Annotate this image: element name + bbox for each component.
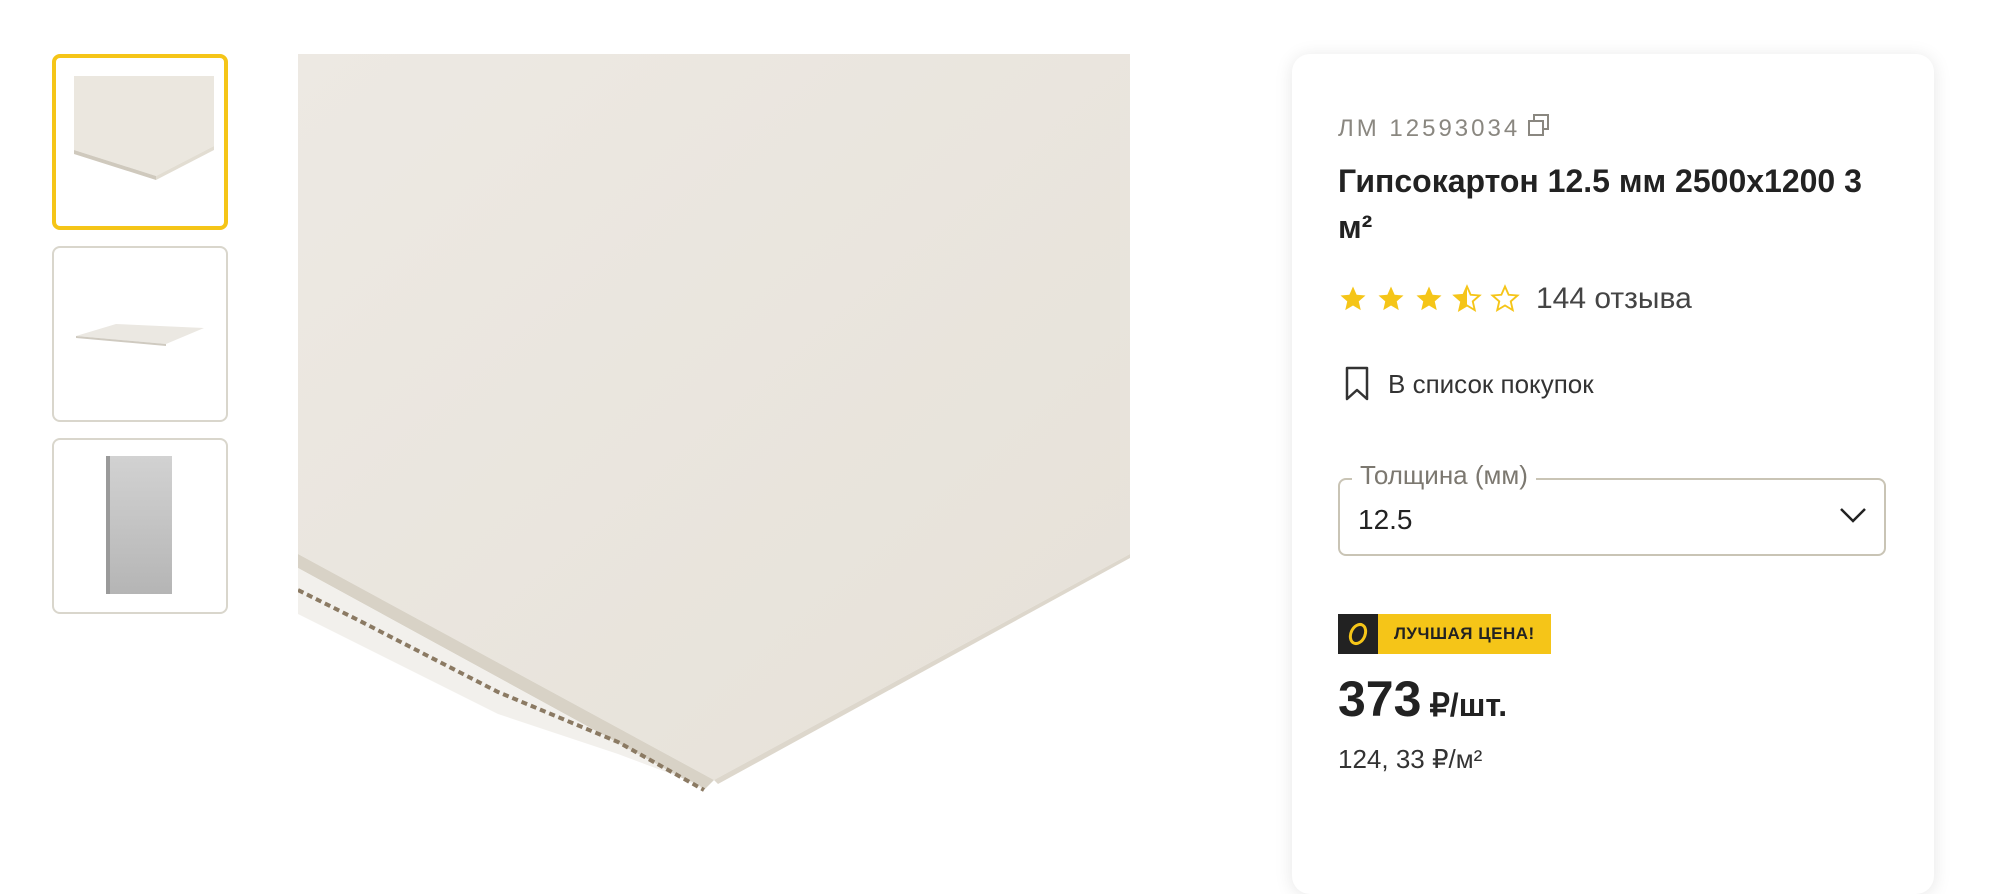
rating-row[interactable]: 144 отзыва (1338, 282, 1692, 316)
star-empty-icon (1490, 284, 1520, 313)
price-amount: 373 (1338, 671, 1422, 727)
chevron-down-icon (1838, 504, 1868, 531)
drywall-sheet-closeup-icon (297, 54, 1130, 792)
price-row: 373 ₽/шт. (1338, 670, 1507, 728)
thumbnail-1[interactable] (52, 54, 228, 230)
sku-text: ЛМ 12593034 (1338, 114, 1521, 142)
thickness-value: 12.5 (1358, 504, 1413, 535)
add-to-shopping-list-button[interactable]: В список покупок (1344, 366, 1594, 402)
reviews-link[interactable]: 144 отзыва (1536, 282, 1692, 316)
thumbnail-3[interactable] (52, 438, 228, 614)
shopping-list-label: В список покупок (1388, 368, 1594, 399)
thumbnail-2[interactable] (52, 246, 228, 422)
best-price-badge: ЛУЧШАЯ ЦЕНА! (1338, 614, 1551, 654)
star-half-icon (1452, 284, 1482, 313)
drywall-side-thumbnail-icon (106, 456, 172, 594)
thickness-label: Толщина (мм) (1352, 460, 1536, 491)
product-card: ЛМ 12593034 Гипсокартон 12.5 мм 2500x120… (1292, 54, 1934, 894)
star-full-icon (1378, 286, 1404, 311)
product-title: Гипсокартон 12.5 мм 2500x1200 3 м² (1338, 163, 1862, 245)
thickness-select[interactable]: Толщина (мм) 12.5 (1338, 460, 1886, 556)
best-price-text: ЛУЧШАЯ ЦЕНА! (1378, 614, 1551, 654)
copy-icon[interactable] (1526, 112, 1552, 145)
star-full-icon (1416, 286, 1442, 311)
best-price-logo-icon (1338, 614, 1378, 654)
rating-stars (1338, 284, 1520, 314)
drywall-flat-thumbnail-icon (76, 324, 204, 346)
bookmark-icon (1345, 366, 1369, 401)
unit-price: 124, 33 ₽/м² (1338, 744, 1483, 774)
main-product-image (297, 54, 1130, 814)
drywall-angle-thumbnail-icon (74, 76, 214, 180)
sku-row: ЛМ 12593034 (1338, 112, 1552, 145)
star-full-icon (1340, 286, 1366, 311)
price-unit: ₽/шт. (1429, 687, 1508, 723)
thumbnail-gallery (52, 54, 228, 630)
